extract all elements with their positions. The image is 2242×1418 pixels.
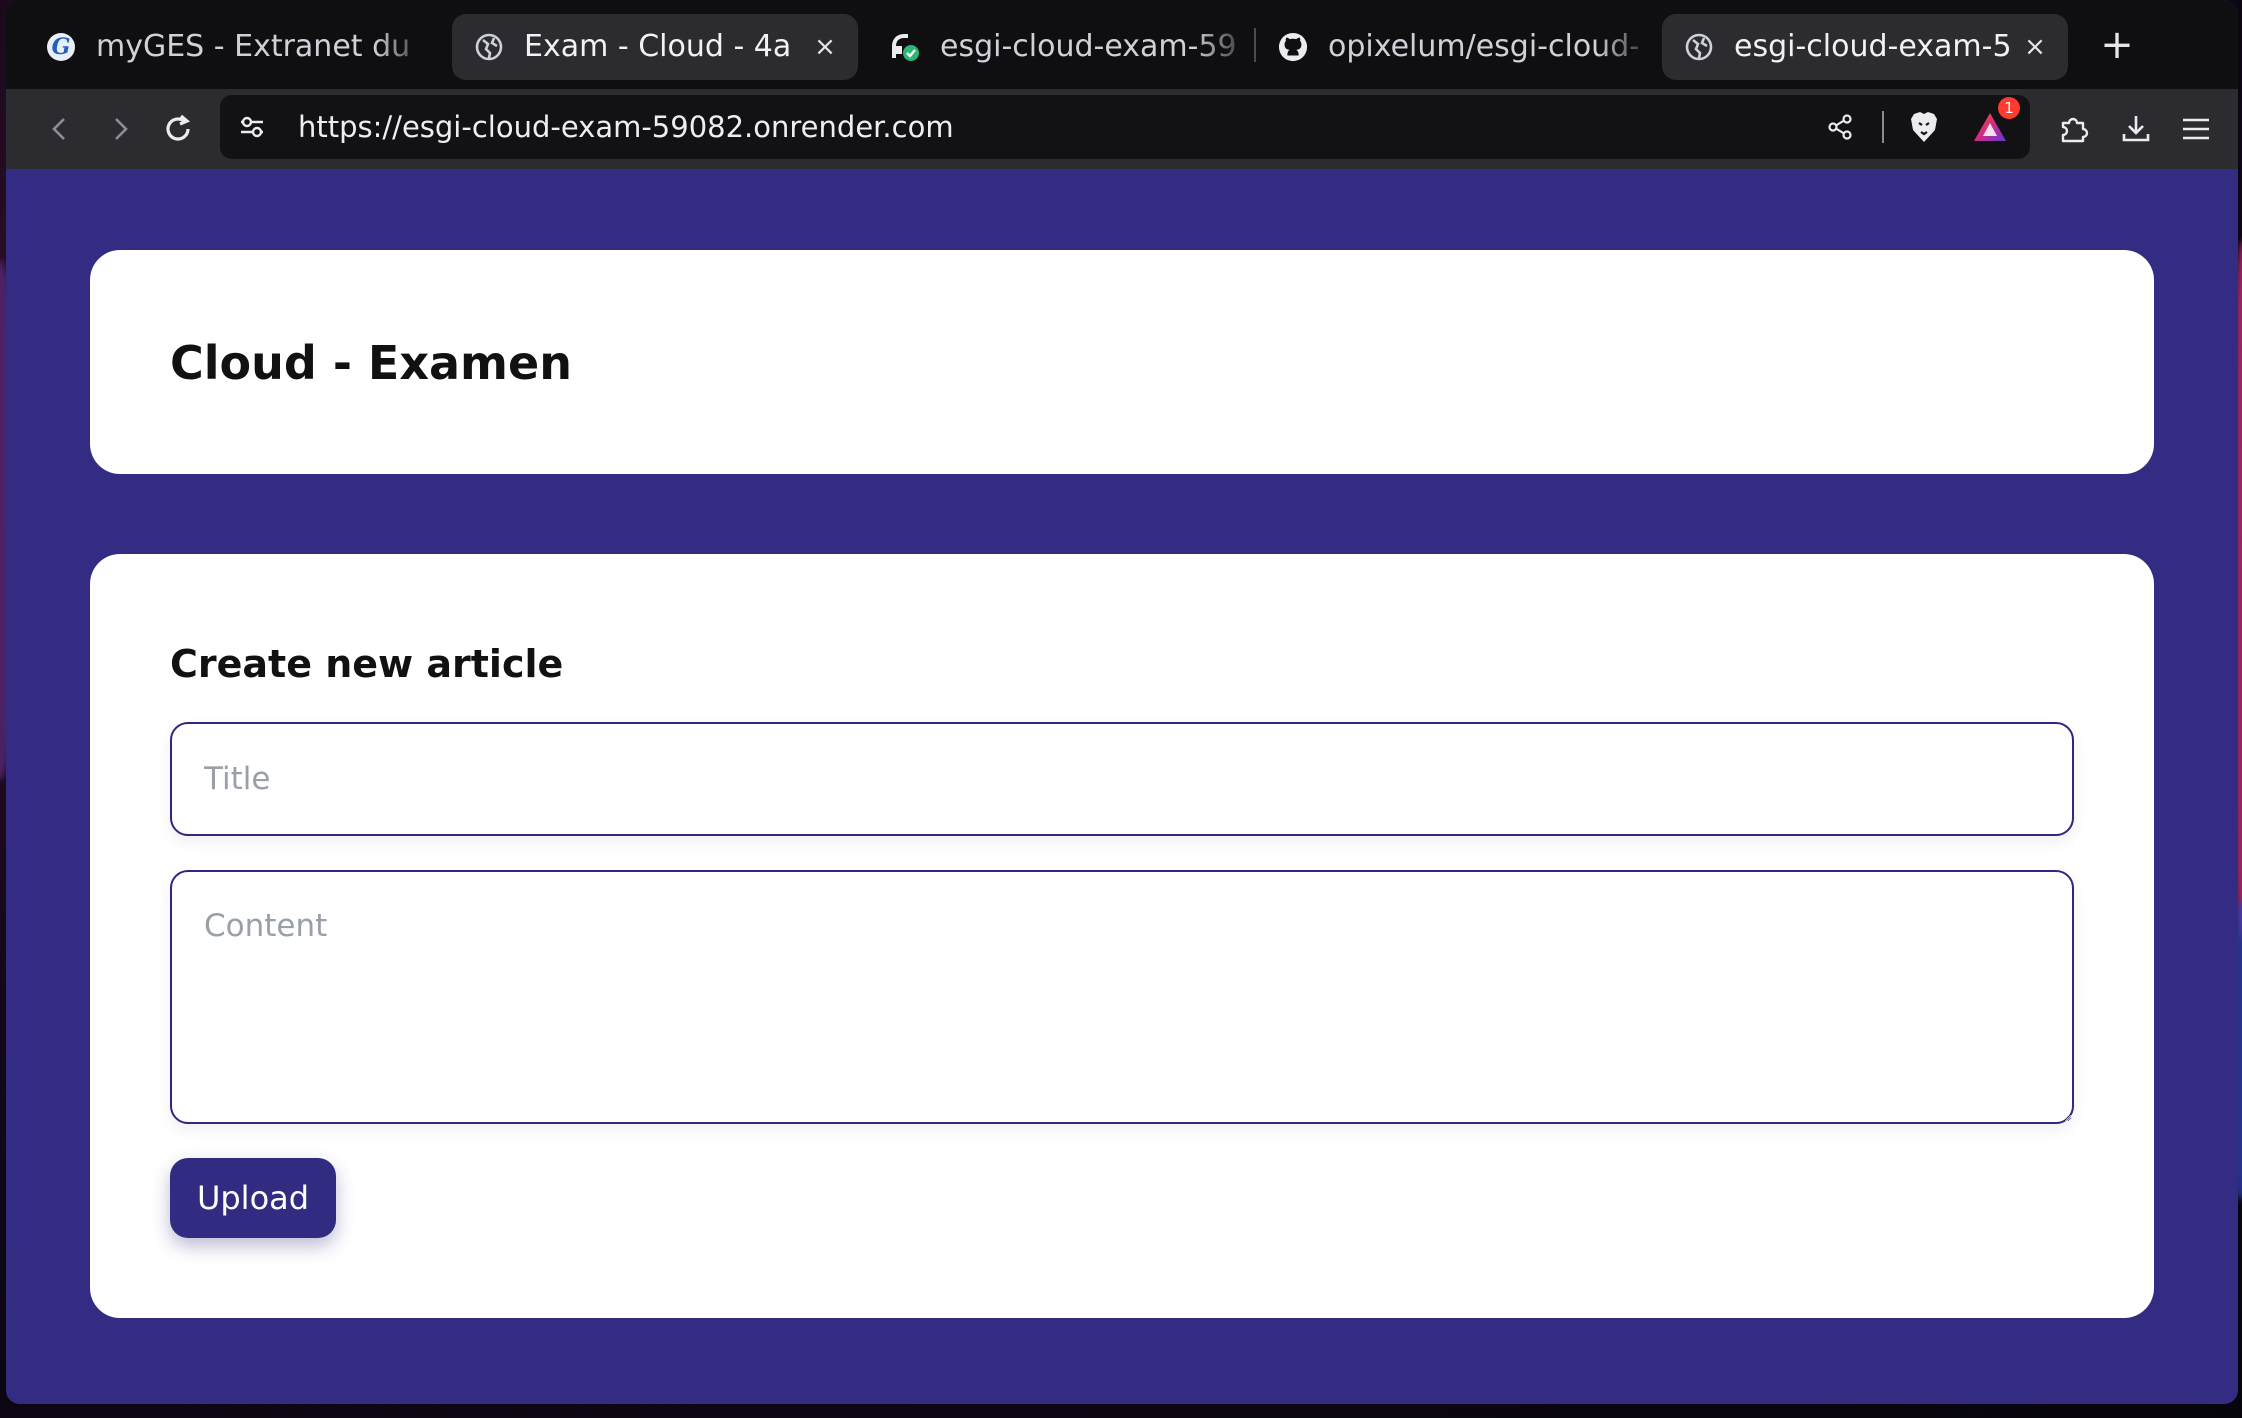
github-icon — [1278, 32, 1308, 62]
brave-rewards-button[interactable]: 1 — [1966, 97, 2020, 151]
tab-title: esgi-cloud-exam-5908 — [940, 29, 1236, 64]
content-textarea[interactable] — [170, 870, 2074, 1124]
extensions-button[interactable] — [2050, 105, 2098, 153]
share-button[interactable] — [1816, 103, 1864, 151]
back-button[interactable] — [36, 105, 84, 153]
tab-github-repo[interactable]: opixelum/esgi-cloud-ex — [1256, 13, 1656, 80]
site-settings-icon[interactable] — [228, 103, 276, 151]
address-bar[interactable]: https://esgi-cloud-exam-59082.onrender.c… — [220, 95, 2030, 159]
upload-button[interactable]: Upload — [170, 1158, 336, 1238]
tab-title: myGES - Extranet du Ré — [96, 29, 416, 64]
tab-myges[interactable]: G myGES - Extranet du Ré — [24, 13, 434, 80]
page-viewport: Cloud - Examen Create new article Upload — [6, 169, 2238, 1404]
puzzle-icon — [2061, 117, 2089, 143]
create-article-card: Create new article Upload — [90, 554, 2154, 1318]
brave-lion-icon — [1911, 112, 1937, 142]
header-card: Cloud - Examen — [90, 250, 2154, 474]
close-icon[interactable]: × — [2020, 32, 2050, 62]
tab-exam-site[interactable]: esgi-cloud-exam-59 × — [1662, 13, 2068, 80]
reload-icon — [166, 114, 191, 141]
close-icon[interactable]: × — [810, 32, 840, 62]
chevron-right-icon — [115, 118, 128, 140]
forward-button[interactable] — [96, 105, 144, 153]
globe-icon — [474, 32, 504, 62]
tab-strip: G myGES - Extranet du Ré Exam - Cloud - … — [6, 0, 2238, 89]
url-actions: 1 — [1816, 95, 2020, 159]
form-heading: Create new article — [170, 642, 564, 686]
browser-window: G myGES - Extranet du Ré Exam - Cloud - … — [6, 0, 2238, 1404]
render-deploy-icon — [890, 32, 920, 62]
tab-title: esgi-cloud-exam-59 — [1734, 29, 2010, 64]
divider — [1882, 111, 1884, 143]
browser-toolbar: https://esgi-cloud-exam-59082.onrender.c… — [6, 89, 2238, 169]
tab-render-dashboard[interactable]: esgi-cloud-exam-5908 — [868, 13, 1254, 80]
globe-icon — [1684, 32, 1714, 62]
tab-title: Exam - Cloud - 4a — [524, 29, 792, 64]
new-tab-button[interactable]: + — [2092, 20, 2142, 70]
chevron-left-icon — [52, 118, 65, 140]
g-logo-icon: G — [46, 32, 76, 62]
downloads-button[interactable] — [2112, 105, 2160, 153]
tab-exam-cloud[interactable]: Exam - Cloud - 4a × — [452, 13, 858, 80]
title-input[interactable] — [170, 722, 2074, 836]
share-icon — [1828, 114, 1852, 140]
download-icon — [2122, 116, 2150, 142]
notification-badge: 1 — [1998, 97, 2020, 119]
page-title: Cloud - Examen — [170, 336, 572, 390]
url-text[interactable]: https://esgi-cloud-exam-59082.onrender.c… — [298, 110, 954, 144]
svg-text:G: G — [52, 34, 71, 60]
menu-button[interactable] — [2172, 105, 2220, 153]
brave-shields-button[interactable] — [1900, 103, 1948, 151]
tab-title: opixelum/esgi-cloud-ex — [1328, 29, 1638, 64]
reload-button[interactable] — [154, 105, 202, 153]
hamburger-menu-icon — [2183, 118, 2209, 140]
